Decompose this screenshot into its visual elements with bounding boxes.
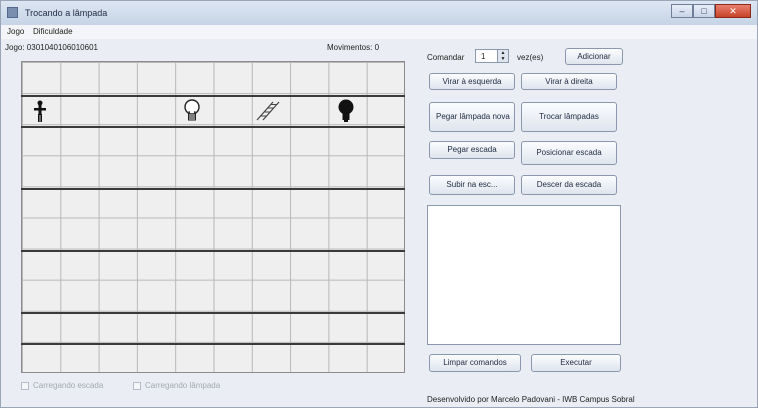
carrying-ladder-checkbox: Carregando escada xyxy=(21,381,103,390)
swap-lamps-button[interactable]: Trocar lâmpadas xyxy=(521,102,617,132)
repeat-value: 1 xyxy=(481,52,486,61)
climb-ladder-button[interactable]: Subir na esc... xyxy=(429,175,515,195)
clear-commands-button[interactable]: Limpar comandos xyxy=(429,354,521,372)
checkbox-box xyxy=(133,381,141,390)
menu-bar: Jogo Dificuldade xyxy=(1,25,757,39)
menu-dificuldade[interactable]: Dificuldade xyxy=(33,27,73,36)
pick-ladder-button[interactable]: Pegar escada xyxy=(429,141,515,159)
repeat-spinner[interactable]: 1 ▲ ▼ xyxy=(475,49,509,63)
spinner-arrows-icon[interactable]: ▲ ▼ xyxy=(497,50,508,62)
app-icon xyxy=(7,7,18,18)
developer-credit: Desenvolvido por Marcelo Padovani - IWB … xyxy=(427,395,635,404)
command-list[interactable] xyxy=(427,205,621,345)
burnt-lamp-icon xyxy=(331,97,361,125)
new-lamp-icon xyxy=(177,97,207,125)
turn-left-button[interactable]: Virar à esquerda xyxy=(429,73,515,90)
carrying-lamp-label: Carregando lâmpada xyxy=(145,381,221,390)
board-divider xyxy=(21,188,405,190)
board-divider xyxy=(21,126,405,128)
title-bar: Trocando a lâmpada – □ ✕ xyxy=(1,1,757,25)
add-button[interactable]: Adicionar xyxy=(565,48,623,65)
game-sequence: Jogo: 0301040106010601 xyxy=(5,43,98,52)
execute-button[interactable]: Executar xyxy=(531,354,621,372)
window-controls: – □ ✕ xyxy=(671,4,751,18)
times-label: vez(es) xyxy=(517,53,544,62)
window-title: Trocando a lâmpada xyxy=(25,8,108,18)
minimize-icon[interactable]: – xyxy=(671,4,693,18)
checkbox-box xyxy=(21,381,29,390)
board-divider xyxy=(21,312,405,314)
close-icon[interactable]: ✕ xyxy=(715,4,751,18)
menu-jogo[interactable]: Jogo xyxy=(7,27,24,36)
app-window: Trocando a lâmpada – □ ✕ Jogo Dificuldad… xyxy=(0,0,758,408)
moves-counter: Movimentos: 0 xyxy=(327,43,380,52)
pick-new-lamp-button[interactable]: Pegar lâmpada nova xyxy=(429,102,515,132)
place-ladder-button[interactable]: Posicionar escada xyxy=(521,141,617,165)
board-divider xyxy=(21,343,405,345)
carrying-ladder-label: Carregando escada xyxy=(33,381,104,390)
turn-right-button[interactable]: Virar à direita xyxy=(521,73,617,90)
board-divider xyxy=(21,250,405,252)
descend-ladder-button[interactable]: Descer da escada xyxy=(521,175,617,195)
maximize-icon[interactable]: □ xyxy=(693,4,715,18)
ladder-icon xyxy=(253,97,283,125)
carrying-lamp-checkbox: Carregando lâmpada xyxy=(133,381,220,390)
person-icon xyxy=(25,97,55,125)
commands-label: Comandar xyxy=(427,53,465,62)
